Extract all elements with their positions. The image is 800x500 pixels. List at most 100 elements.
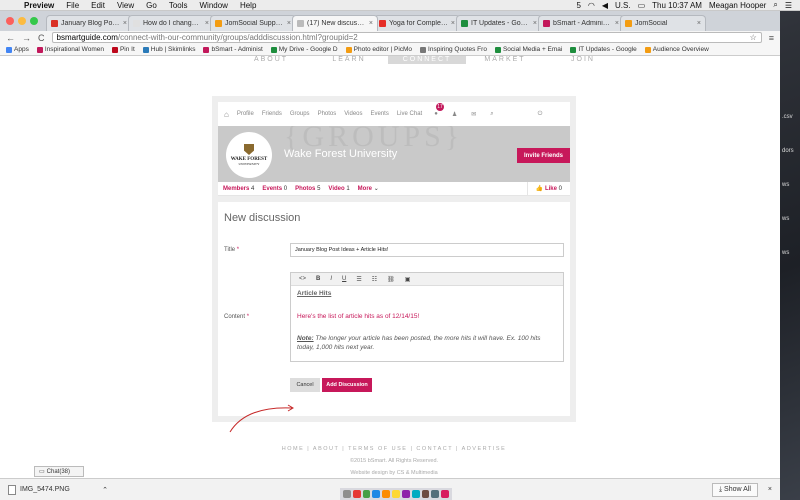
- home-icon[interactable]: ⌂: [224, 110, 229, 119]
- bookmark-item[interactable]: Hub | Skimlinks: [142, 46, 195, 53]
- close-tab-icon[interactable]: ×: [205, 20, 209, 27]
- like-button[interactable]: 👍 Like 0: [526, 181, 570, 196]
- close-tab-icon[interactable]: ×: [451, 20, 455, 27]
- title-input[interactable]: January Blog Post Ideas + Article Hits!: [290, 243, 564, 257]
- subnav-live-chat[interactable]: Live Chat: [397, 111, 422, 117]
- dock-app-icon[interactable]: [392, 490, 400, 498]
- clock[interactable]: Thu 10:37 AM: [652, 1, 702, 10]
- reload-icon[interactable]: C: [38, 33, 45, 43]
- desktop-file[interactable]: .csv: [782, 100, 794, 134]
- bookmark-item[interactable]: bSmart - Administ: [203, 46, 263, 53]
- dock-app-icon[interactable]: [411, 490, 420, 498]
- chat-bar[interactable]: ▭ Chat(38): [34, 466, 84, 477]
- friend-requests-icon[interactable]: ♟: [452, 111, 457, 118]
- browser-tab[interactable]: Yoga for Complete Begi×: [374, 15, 460, 31]
- bookmark-star-icon[interactable]: ☆: [750, 33, 757, 42]
- dock-app-icon[interactable]: [401, 490, 410, 498]
- minimize-window-icon[interactable]: [18, 17, 26, 25]
- stat-photos[interactable]: Photos 5: [295, 186, 320, 192]
- browser-tab[interactable]: JomSocial Support Foru×: [210, 15, 296, 31]
- volume-icon[interactable]: ◀: [602, 1, 608, 10]
- bookmark-item[interactable]: Inspiring Quotes Fro: [420, 46, 487, 53]
- download-item[interactable]: IMG_5474.PNG ⌃: [8, 484, 108, 495]
- more-menu[interactable]: More ⌄: [358, 185, 379, 192]
- bookmark-item[interactable]: Pin It: [111, 46, 135, 53]
- menu-preview[interactable]: Preview: [18, 1, 60, 10]
- subnav-profile[interactable]: Profile: [237, 111, 254, 117]
- wifi-icon[interactable]: ◠: [588, 1, 595, 10]
- dock-app-icon[interactable]: [382, 490, 391, 498]
- address-bar[interactable]: bsmartguide.com /connect-with-our-commun…: [51, 32, 762, 43]
- invite-friends-button[interactable]: Invite Friends: [517, 148, 570, 163]
- link-icon[interactable]: ⛓: [387, 276, 395, 283]
- subnav-events[interactable]: Events: [371, 111, 389, 117]
- bookmark-item[interactable]: Apps: [6, 46, 29, 53]
- subnav-groups[interactable]: Groups: [290, 111, 310, 117]
- browser-tab[interactable]: JomSocial ×: [620, 15, 706, 31]
- chevron-up-icon[interactable]: ⌃: [102, 486, 108, 494]
- dock-app-icon[interactable]: [343, 490, 351, 498]
- messages-icon[interactable]: ✉: [471, 111, 476, 118]
- dock-app-icon[interactable]: [421, 490, 430, 498]
- zoom-window-icon[interactable]: [30, 17, 38, 25]
- bold-icon[interactable]: B: [316, 276, 320, 282]
- stat-members[interactable]: Members 4: [223, 186, 254, 192]
- nav-learn[interactable]: LEARN: [310, 56, 388, 64]
- close-tab-icon[interactable]: ×: [287, 20, 291, 27]
- logout-icon[interactable]: ⏻: [538, 111, 543, 118]
- chrome-menu-icon[interactable]: ≡: [769, 33, 774, 43]
- browser-tab[interactable]: How do I change Group×: [128, 15, 214, 31]
- dock-app-icon[interactable]: [431, 490, 440, 498]
- bookmark-item[interactable]: Audience Overview: [644, 46, 709, 53]
- nav-market[interactable]: MARKET: [466, 56, 544, 64]
- footer-links[interactable]: HOME | ABOUT | TERMS OF USE | CONTACT | …: [212, 446, 576, 452]
- status-count[interactable]: 5: [576, 1, 580, 10]
- close-tab-icon[interactable]: ×: [697, 20, 701, 27]
- menu-view[interactable]: View: [111, 1, 140, 10]
- editor-body[interactable]: Article Hits Here's the list of article …: [291, 286, 563, 356]
- browser-tab[interactable]: bSmart - Administration×: [538, 15, 624, 31]
- nav-join[interactable]: JOIN: [544, 56, 622, 64]
- menu-window[interactable]: Window: [194, 1, 234, 10]
- show-all-button[interactable]: ⤓ Show All: [711, 482, 758, 497]
- stat-events[interactable]: Events 0: [262, 186, 287, 192]
- dock-app-icon[interactable]: [362, 490, 371, 498]
- underline-icon[interactable]: U: [342, 276, 346, 282]
- close-tab-icon[interactable]: ×: [615, 20, 619, 27]
- input-source[interactable]: U.S.: [615, 1, 631, 10]
- bookmark-item[interactable]: Inspirational Women: [36, 46, 104, 53]
- nav-connect[interactable]: CONNECT: [388, 56, 466, 64]
- bookmark-item[interactable]: Social Media + Emai: [494, 46, 562, 53]
- desktop-file[interactable]: ws: [782, 168, 794, 202]
- dock-app-icon[interactable]: [441, 490, 449, 498]
- notifications-icon[interactable]: ●: [434, 111, 438, 117]
- search-icon[interactable]: ⌕: [490, 111, 493, 118]
- menu-edit[interactable]: Edit: [85, 1, 111, 10]
- menu-file[interactable]: File: [60, 1, 85, 10]
- bullet-list-icon[interactable]: ☰: [356, 276, 361, 283]
- menu-tools[interactable]: Tools: [163, 1, 194, 10]
- dock-app-icon[interactable]: [352, 490, 361, 498]
- close-tab-icon[interactable]: ×: [369, 20, 373, 27]
- forward-icon[interactable]: →: [22, 33, 31, 43]
- bookmark-item[interactable]: Photo editor | PicMo: [345, 46, 412, 53]
- content-editor[interactable]: <> B I U ☰ ☷ ⛓ ▣ Article Hits Here's the…: [290, 272, 564, 362]
- user-name[interactable]: Meagan Hooper: [709, 1, 766, 10]
- close-window-icon[interactable]: [6, 17, 14, 25]
- menu-help[interactable]: Help: [234, 1, 262, 10]
- browser-tab[interactable]: January Blog Post Idea×: [46, 15, 132, 31]
- subnav-friends[interactable]: Friends: [262, 111, 282, 117]
- desktop-file[interactable]: dors: [782, 134, 794, 168]
- stat-video[interactable]: Video 1: [328, 186, 349, 192]
- desktop-file[interactable]: ws: [782, 236, 794, 270]
- italic-icon[interactable]: I: [330, 276, 332, 282]
- close-downloads-icon[interactable]: ×: [768, 486, 772, 493]
- spotlight-icon[interactable]: ⌕: [773, 0, 777, 10]
- close-tab-icon[interactable]: ×: [533, 20, 537, 27]
- code-view-icon[interactable]: <>: [299, 276, 306, 282]
- subnav-videos[interactable]: Videos: [344, 111, 362, 117]
- notification-center-icon[interactable]: ☰: [785, 1, 792, 10]
- browser-tab[interactable]: IT Updates - Google She×: [456, 15, 542, 31]
- subnav-photos[interactable]: Photos: [318, 111, 337, 117]
- image-icon[interactable]: ▣: [405, 276, 411, 283]
